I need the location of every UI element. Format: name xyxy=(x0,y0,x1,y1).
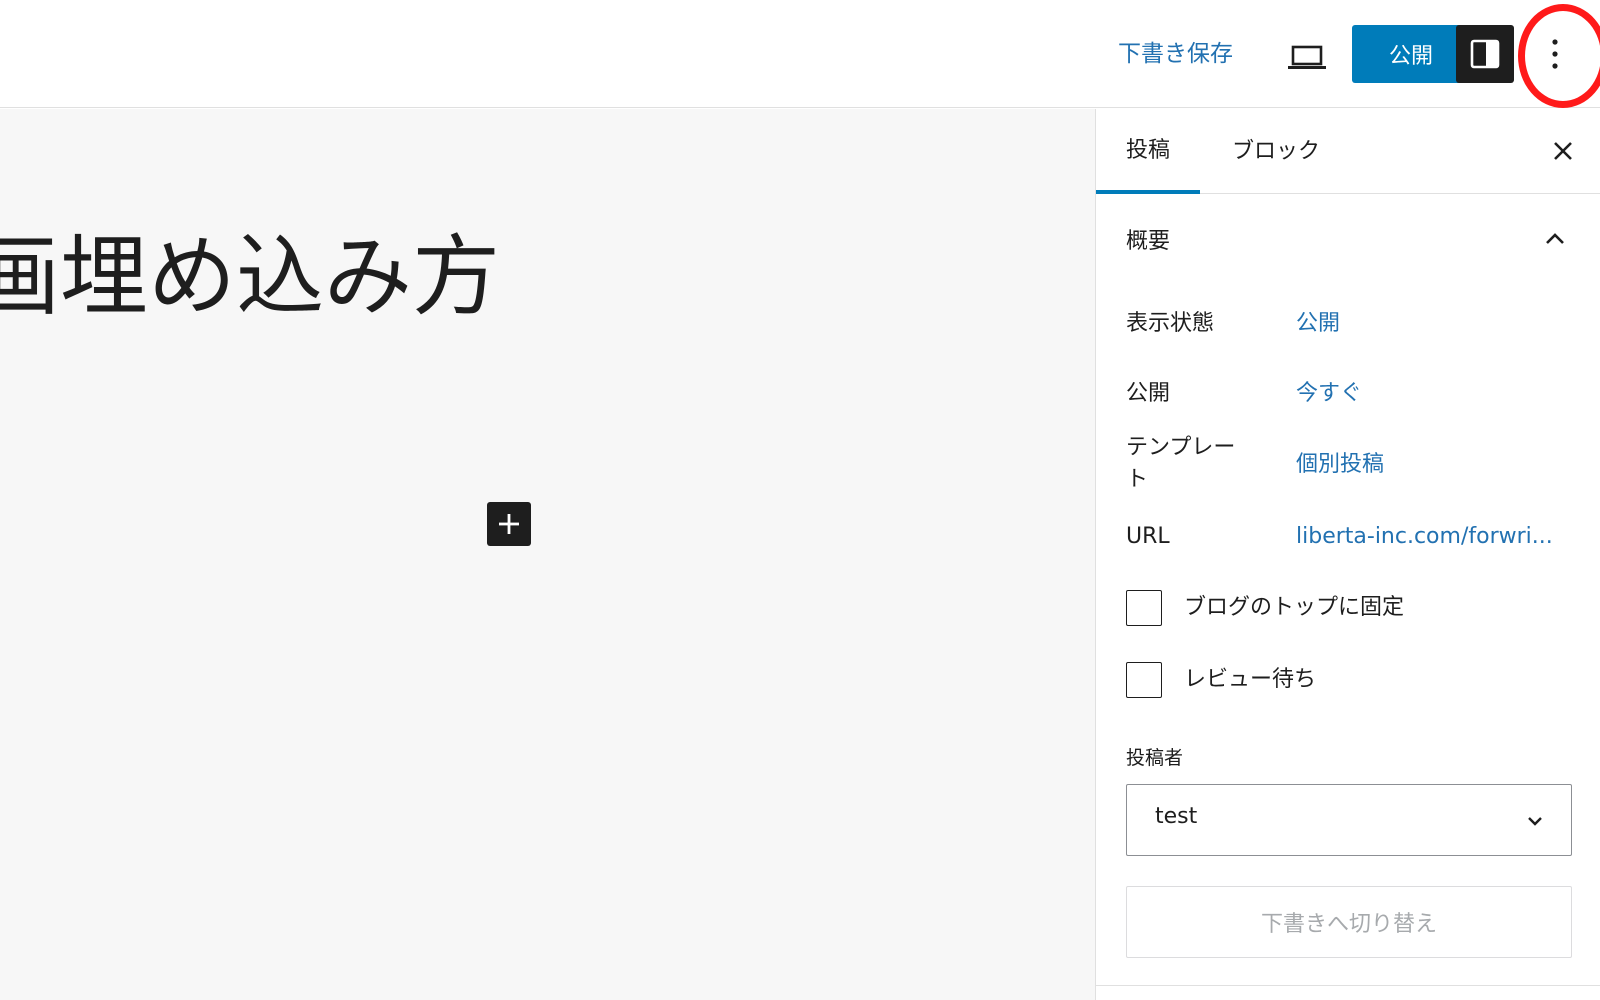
summary-panel-title: 概要 xyxy=(1126,228,1171,253)
summary-panel-toggle[interactable]: 概要 xyxy=(1096,195,1600,285)
sidebar-tabs: 投稿 ブロック xyxy=(1096,109,1600,194)
url-value[interactable]: liberta-inc.com/forwri... xyxy=(1296,521,1553,553)
switch-to-draft-button[interactable]: 下書きへ切り替え xyxy=(1126,886,1572,958)
save-draft-button[interactable]: 下書き保存 xyxy=(1118,32,1233,76)
chevron-down-icon xyxy=(1528,817,1542,826)
publish-button[interactable]: 公開 xyxy=(1352,25,1470,83)
url-label: URL xyxy=(1126,524,1170,549)
vertical-ellipsis-icon xyxy=(1552,39,1558,69)
more-options-button[interactable] xyxy=(1530,25,1580,83)
post-title[interactable]: 画埋め込み方 xyxy=(0,217,500,337)
sticky-checkbox-label[interactable]: ブログのトップに固定 xyxy=(1184,592,1404,624)
panel-divider xyxy=(1096,985,1600,986)
settings-sidebar: 投稿 ブロック 概要 表示状態 公開 公開 今すぐ テンプレート 個別投稿 UR… xyxy=(1095,109,1600,1000)
pending-review-checkbox[interactable] xyxy=(1126,662,1162,698)
block-inserter-button[interactable] xyxy=(487,502,531,546)
author-select[interactable]: test xyxy=(1126,784,1572,856)
close-sidebar-button[interactable] xyxy=(1543,131,1583,171)
publish-date-value[interactable]: 今すぐ xyxy=(1296,378,1362,410)
visibility-label: 表示状態 xyxy=(1126,311,1215,336)
tab-block[interactable]: ブロック xyxy=(1202,109,1350,194)
laptop-icon xyxy=(1288,45,1326,69)
template-label: テンプレート xyxy=(1126,435,1236,492)
author-selected-value: test xyxy=(1155,804,1198,829)
pending-review-checkbox-label[interactable]: レビュー待ち xyxy=(1184,664,1316,696)
close-icon xyxy=(1554,142,1572,160)
settings-toggle-button[interactable] xyxy=(1456,25,1514,83)
plus-icon xyxy=(499,514,519,534)
preview-button[interactable] xyxy=(1282,34,1332,74)
sticky-checkbox[interactable] xyxy=(1126,590,1162,626)
tab-post[interactable]: 投稿 xyxy=(1096,109,1200,194)
sidebar-toggle-icon xyxy=(1470,39,1500,69)
chevron-up-icon xyxy=(1546,233,1564,244)
editor-header: 下書き保存 公開 xyxy=(0,0,1600,108)
template-value[interactable]: 個別投稿 xyxy=(1296,449,1384,481)
editor-canvas[interactable]: 画埋め込み方 xyxy=(0,109,1095,1000)
publish-date-label: 公開 xyxy=(1126,381,1171,406)
visibility-value[interactable]: 公開 xyxy=(1296,308,1340,340)
author-label: 投稿者 xyxy=(1126,747,1184,769)
